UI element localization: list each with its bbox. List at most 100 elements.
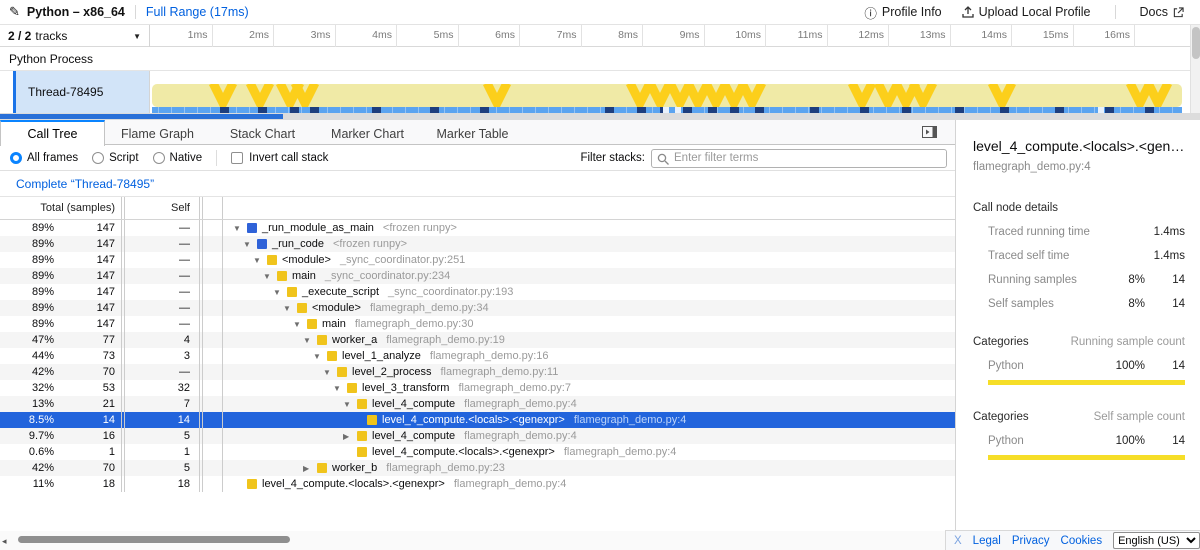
tracks-vertical-scrollbar-thumb[interactable] (1192, 27, 1200, 59)
edit-icon[interactable]: ✎ (9, 4, 20, 20)
category-icon (317, 335, 327, 345)
sidebar-detail-row: Running samples8%14 (973, 274, 1185, 286)
twisty-icon[interactable]: ▼ (253, 256, 267, 265)
tab-marker-table[interactable]: Marker Table (420, 120, 525, 145)
twisty-icon[interactable]: ▼ (333, 384, 347, 393)
footer-link-cookies[interactable]: Cookies (1061, 535, 1103, 547)
function-location: flamegraph_demo.py:16 (430, 350, 549, 362)
timeline-ruler-row: 2 / 2 tracks ▼ 1ms2ms3ms4ms5ms6ms7ms8ms9… (0, 25, 1200, 47)
radio-script[interactable]: Script (92, 152, 138, 164)
footer-link-x[interactable]: X (954, 535, 962, 547)
upload-profile-button[interactable]: Upload Local Profile (956, 3, 1097, 21)
profile-title: ✎ Python – x86_64 (0, 4, 125, 20)
twisty-icon[interactable]: ▼ (283, 304, 297, 313)
profile-name: Python – x86_64 (27, 5, 125, 19)
table-row[interactable]: 11%1818level_4_compute.<locals>.<genexpr… (0, 476, 955, 492)
docs-link[interactable]: Docs (1134, 3, 1190, 21)
horizontal-scrollbar-thumb[interactable] (18, 536, 290, 543)
function-name: main (292, 270, 316, 282)
footer-link-legal[interactable]: Legal (973, 535, 1001, 547)
column-header-self[interactable]: Self (125, 202, 199, 214)
footer-link-privacy[interactable]: Privacy (1012, 535, 1050, 547)
invert-call-stack-checkbox[interactable]: Invert call stack (231, 152, 328, 164)
calltree-controls: All frames Script Native Invert call stack… (0, 146, 955, 171)
radio-native[interactable]: Native (153, 152, 203, 164)
twisty-icon[interactable]: ▼ (243, 240, 257, 249)
table-row[interactable]: 89%147—▼_run_code<frozen runpy> (0, 236, 955, 252)
twisty-icon[interactable]: ▼ (323, 368, 337, 377)
table-row[interactable]: 89%147—▼mainflamegraph_demo.py:30 (0, 316, 955, 332)
table-row[interactable]: 89%147—▼main_sync_coordinator.py:234 (0, 268, 955, 284)
function-name: level_4_compute (372, 430, 455, 442)
table-row[interactable]: 8.5%1414level_4_compute.<locals>.<genexp… (0, 412, 955, 428)
ruler-tick-label: 2ms (213, 29, 269, 41)
twisty-icon[interactable]: ▼ (263, 272, 277, 281)
tab-stack-chart[interactable]: Stack Chart (210, 120, 315, 145)
table-row[interactable]: 89%147—▼<module>_sync_coordinator.py:251 (0, 252, 955, 268)
tracks-scrollbar-thumb[interactable] (0, 114, 283, 119)
twisty-icon[interactable]: ▼ (273, 288, 287, 297)
twisty-icon[interactable]: ▶ (343, 432, 357, 441)
call-tree-header: Total (samples) Self (0, 196, 955, 220)
breadcrumb-row: Complete “Thread-78495” (0, 171, 955, 196)
table-row[interactable]: 32%5332▼level_3_transformflamegraph_demo… (0, 380, 955, 396)
twisty-icon[interactable]: ▼ (343, 400, 357, 409)
function-location: _sync_coordinator.py:251 (340, 254, 465, 266)
twisty-icon[interactable]: ▼ (313, 352, 327, 361)
twisty-icon[interactable]: ▶ (303, 464, 317, 473)
track-python-process[interactable]: Python Process (0, 47, 1200, 71)
function-name: <module> (282, 254, 331, 266)
ruler-tick-label: 9ms (644, 29, 700, 41)
function-name: main (322, 318, 346, 330)
tab-flame-graph[interactable]: Flame Graph (105, 120, 210, 145)
table-row[interactable]: 47%774▼worker_aflamegraph_demo.py:19 (0, 332, 955, 348)
sidebar-section-title: Call node details (973, 202, 1185, 214)
function-name: _run_module_as_main (262, 222, 374, 234)
radio-all-frames[interactable]: All frames (10, 152, 78, 164)
function-location: flamegraph_demo.py:4 (574, 414, 687, 426)
radio-icon (92, 152, 104, 164)
function-name: <module> (312, 302, 361, 314)
table-row[interactable]: 9.7%165▶level_4_computeflamegraph_demo.p… (0, 428, 955, 444)
radio-icon (10, 152, 22, 164)
twisty-icon[interactable]: ▼ (293, 320, 307, 329)
column-header-total[interactable]: Total (samples) (0, 202, 121, 214)
call-tree-rows: 89%147—▼_run_module_as_main<frozen runpy… (0, 220, 955, 492)
category-icon (337, 367, 347, 377)
table-row[interactable]: 44%733▼level_1_analyzeflamegraph_demo.py… (0, 348, 955, 364)
function-name: worker_a (332, 334, 377, 346)
app-header: ✎ Python – x86_64 Full Range (17ms) ⓘ Pr… (0, 0, 1200, 25)
filter-input[interactable] (674, 151, 946, 166)
full-range-link[interactable]: Full Range (17ms) (146, 5, 249, 19)
function-location: flamegraph_demo.py:4 (464, 398, 577, 410)
tracks-dropdown[interactable]: 2 / 2 tracks ▼ (0, 25, 150, 47)
function-name: _execute_script (302, 286, 379, 298)
table-row[interactable]: 89%147—▼_run_module_as_main<frozen runpy… (0, 220, 955, 236)
function-location: flamegraph_demo.py:19 (386, 334, 505, 346)
language-select[interactable]: English (US) (1113, 532, 1200, 549)
thread-activity-canvas[interactable] (150, 71, 1190, 113)
table-row[interactable]: 13%217▼level_4_computeflamegraph_demo.py… (0, 396, 955, 412)
twisty-icon[interactable]: ▼ (233, 224, 247, 233)
table-row[interactable]: 42%705▶worker_bflamegraph_demo.py:23 (0, 460, 955, 476)
table-row[interactable]: 42%70—▼level_2_processflamegraph_demo.py… (0, 364, 955, 380)
function-location: flamegraph_demo.py:11 (441, 366, 559, 378)
track-thread-header[interactable]: Thread-78495 (0, 71, 150, 113)
function-name: worker_b (332, 462, 377, 474)
ruler-tick-label: 16ms (1074, 29, 1130, 41)
ruler-tick-label: 5ms (398, 29, 454, 41)
sidebar-detail-row: Traced running time1.4ms (973, 226, 1185, 238)
sidebar-toggle-button[interactable] (922, 125, 937, 144)
table-row[interactable]: 89%147—▼<module>flamegraph_demo.py:34 (0, 300, 955, 316)
tab-marker-chart[interactable]: Marker Chart (315, 120, 420, 145)
twisty-icon[interactable]: ▼ (303, 336, 317, 345)
table-row[interactable]: 0.6%11level_4_compute.<locals>.<genexpr>… (0, 444, 955, 460)
category-icon (277, 271, 287, 281)
function-name: level_4_compute.<locals>.<genexpr> (372, 446, 555, 458)
scroll-left-arrow-icon[interactable]: ◂ (2, 536, 7, 547)
ruler-tick-label: 6ms (459, 29, 515, 41)
breadcrumb[interactable]: Complete “Thread-78495” (16, 177, 154, 191)
profile-info-button[interactable]: ⓘ Profile Info (858, 1, 947, 24)
table-row[interactable]: 89%147—▼_execute_script_sync_coordinator… (0, 284, 955, 300)
tab-call-tree[interactable]: Call Tree (0, 120, 105, 146)
